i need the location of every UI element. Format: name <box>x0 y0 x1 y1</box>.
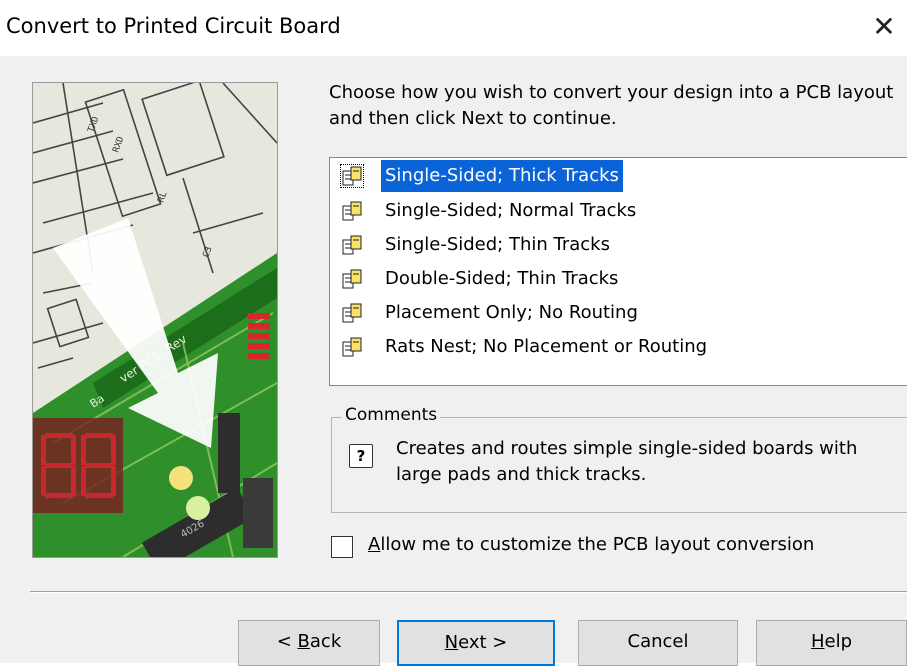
option-rats-nest[interactable]: Rats Nest; No Placement or Routing <box>331 331 907 363</box>
back-button-accesskey: B <box>297 631 310 652</box>
instructions-text: Choose how you wish to convert your desi… <box>329 82 894 129</box>
title-bar: Convert to Printed Circuit Board ✕ <box>0 0 907 56</box>
option-label: Rats Nest; No Placement or Routing <box>385 336 708 357</box>
conversion-options-list[interactable]: Single-Sided; Thick Tracks Single-Sided;… <box>329 157 907 386</box>
back-button-rest: ack <box>309 631 342 652</box>
pcb-illustration-graphic: TXD RXD RL C3 4026 Ba <box>33 83 277 557</box>
pcb-wizard-icon <box>341 336 363 358</box>
option-single-sided-thick[interactable]: Single-Sided; Thick Tracks <box>331 160 907 192</box>
window-title: Convert to Printed Circuit Board <box>6 14 341 38</box>
customize-label-text: llow me to customize the PCB layout conv… <box>380 534 815 555</box>
back-button-prefix: < <box>276 631 298 652</box>
pcb-wizard-icon <box>340 164 364 188</box>
help-button-rest: elp <box>824 631 853 652</box>
comment-text: Creates and routes simple single-sided b… <box>396 438 858 485</box>
option-label: Double-Sided; Thin Tracks <box>385 268 619 289</box>
back-button[interactable]: < Back <box>238 620 380 666</box>
option-single-sided-normal[interactable]: Single-Sided; Normal Tracks <box>331 195 907 227</box>
option-label: Single-Sided; Normal Tracks <box>385 200 637 221</box>
comments-legend: Comments <box>342 405 441 425</box>
customize-checkbox[interactable] <box>331 536 353 558</box>
next-button-rest: ext > <box>458 632 508 653</box>
close-icon[interactable]: ✕ <box>867 10 901 44</box>
help-icon: ? <box>349 444 373 468</box>
help-button[interactable]: Help <box>756 620 907 666</box>
help-button-accesskey: H <box>810 631 825 652</box>
option-placement-only[interactable]: Placement Only; No Routing <box>331 297 907 329</box>
next-button[interactable]: Next > <box>397 620 555 666</box>
pcb-wizard-icon <box>341 268 363 290</box>
customize-label-accesskey: A <box>368 534 381 555</box>
pcb-wizard-icon <box>341 302 363 324</box>
option-label: Single-Sided; Thin Tracks <box>385 234 610 255</box>
pcb-wizard-icon <box>341 234 363 256</box>
wizard-illustration: TXD RXD RL C3 4026 Ba <box>32 82 278 558</box>
option-label: Placement Only; No Routing <box>385 302 638 323</box>
pcb-wizard-icon <box>341 200 363 222</box>
option-single-sided-thin[interactable]: Single-Sided; Thin Tracks <box>331 229 907 261</box>
next-button-accesskey: N <box>444 632 459 653</box>
button-divider <box>30 591 907 593</box>
option-label: Single-Sided; Thick Tracks <box>381 160 623 192</box>
cancel-button[interactable]: Cancel <box>578 620 738 666</box>
customize-checkbox-label[interactable]: Allow me to customize the PCB layout con… <box>368 532 814 558</box>
option-double-sided-thin[interactable]: Double-Sided; Thin Tracks <box>331 263 907 295</box>
